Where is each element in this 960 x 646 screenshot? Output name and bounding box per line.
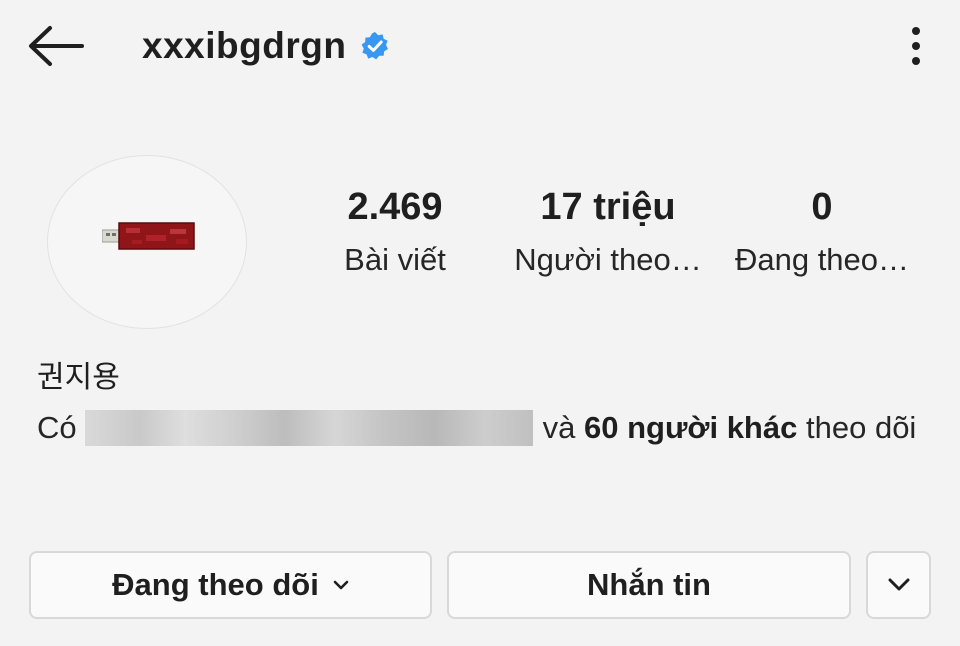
- message-button-label: Nhắn tin: [587, 567, 711, 602]
- followers-label: Người theo…: [514, 242, 702, 277]
- blurred-usernames: [84, 409, 533, 446]
- followed-by-suffix-1: theo: [805, 410, 867, 445]
- username-row: xxxibgdrgn: [142, 22, 390, 70]
- profile-header: xxxibgdrgn: [0, 0, 960, 96]
- more-vertical-icon[interactable]: [904, 24, 928, 68]
- followed-by-connector: và: [542, 410, 576, 445]
- avatar[interactable]: [47, 155, 247, 329]
- stat-followers[interactable]: 17 triệu Người theo…: [500, 184, 716, 280]
- followed-by-others: 60 người khác: [584, 410, 798, 445]
- following-button[interactable]: Đang theo dõi: [29, 551, 432, 619]
- followed-by-suffix-2: dõi: [874, 410, 917, 445]
- message-button[interactable]: Nhắn tin: [447, 551, 851, 619]
- chevron-down-icon: [333, 580, 349, 590]
- following-label: Đang theo…: [734, 242, 910, 277]
- posts-label: Bài viết: [344, 242, 446, 277]
- profile-display-name: 권지용: [37, 361, 120, 394]
- followed-by-prefix: Có: [37, 410, 77, 445]
- suggested-accounts-button[interactable]: [866, 551, 931, 619]
- following-count: 0: [811, 186, 833, 228]
- username: xxxibgdrgn: [142, 25, 347, 66]
- stat-posts[interactable]: 2.469 Bài viết: [326, 184, 464, 280]
- chevron-down-icon: [888, 578, 909, 591]
- following-button-label: Đang theo dõi: [112, 567, 319, 602]
- back-arrow-icon[interactable]: [26, 24, 84, 68]
- followers-count: 17 triệu: [540, 186, 676, 228]
- stat-following[interactable]: 0 Đang theo…: [724, 184, 920, 280]
- usb-drive-image: [102, 222, 195, 250]
- posts-count: 2.469: [347, 186, 443, 228]
- verified-badge-icon: [362, 32, 389, 60]
- followed-by-text[interactable]: Có và 60 người khác theo dõi: [37, 404, 917, 452]
